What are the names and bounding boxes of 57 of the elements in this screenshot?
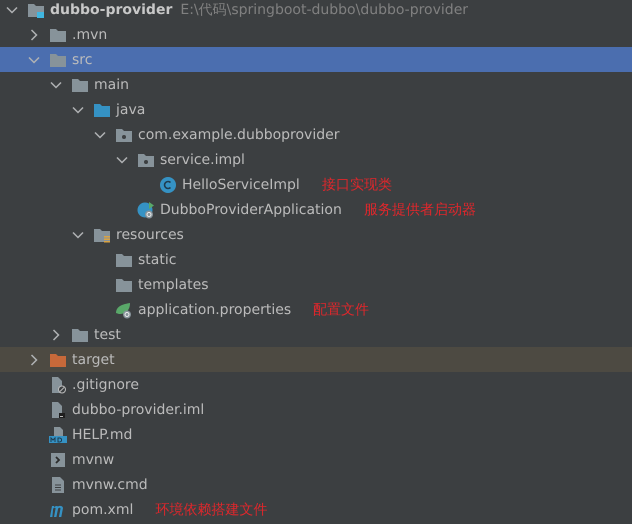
annotation: 接口实现类 [322,176,392,194]
node-label: .mvn [72,26,108,42]
node-label: pom.xml [72,502,134,518]
node-label: .gitignore [72,376,139,392]
tree-row[interactable]: resources [0,222,632,247]
tree-row[interactable]: test [0,322,632,347]
node-label: mvnw.cmd [72,476,148,492]
chevron-right-icon[interactable] [50,328,62,340]
project-path: E:\代码\springboot-dubbo\dubbo-provider [180,0,468,18]
spring-properties-icon [115,300,133,318]
tree-row[interactable]: templates [0,272,632,297]
node-label: test [94,326,121,342]
class-icon [159,176,177,194]
tree-row[interactable]: dubbo-provider.iml [0,397,632,422]
node-label: HelloServiceImpl [182,176,300,192]
tree-row[interactable]: mvnw [0,447,632,472]
ignore-file-icon [49,376,67,394]
tree-row[interactable]: main [0,72,632,97]
node-label: target [72,352,115,368]
node-label: src [72,52,92,68]
annotation: 服务提供者启动器 [364,200,476,218]
module-file-icon [49,400,67,418]
node-label: HELP.md [72,426,132,442]
run-class-icon [137,200,155,218]
node-label: mvnw [72,452,114,468]
tree-row[interactable]: service.impl [0,147,632,172]
node-label: resources [116,226,184,242]
tree-row[interactable]: application.properties 配置文件 [0,297,632,322]
tree-row[interactable]: HELP.md [0,422,632,447]
tree-row[interactable]: pom.xml 环境依赖搭建文件 [0,497,632,521]
tree-row[interactable]: target [0,347,632,372]
tree-row[interactable]: .gitignore [0,372,632,397]
node-label: static [138,252,176,268]
node-label: com.example.dubboprovider [138,126,340,142]
annotation: 配置文件 [313,300,370,318]
tree-row[interactable]: mvnw.cmd [0,472,632,497]
annotation: 环境依赖搭建文件 [155,500,268,518]
node-label: dubbo-provider.iml [72,402,204,418]
tree-row[interactable]: static [0,247,632,272]
node-label: templates [138,276,208,292]
tree-row[interactable]: java [0,97,632,122]
node-label: DubboProviderApplication [160,202,342,218]
node-label: java [116,102,146,118]
markdown-file-icon [49,426,67,444]
node-label: dubbo-provider [50,2,172,18]
text-file-icon [49,476,67,494]
tree-row[interactable]: com.example.dubboprovider [0,122,632,147]
tree-row[interactable]: HelloServiceImpl 接口实现类 [0,172,632,197]
chevron-right-icon[interactable] [28,28,40,40]
tree-row[interactable]: dubbo-provider E:\代码\springboot-dubbo\dubbo-provider [0,0,632,22]
tree-row[interactable]: DubboProviderApplication 服务提供者启动器 [0,197,632,222]
shell-script-icon [49,450,67,468]
chevron-right-icon[interactable] [28,354,40,366]
node-label: application.properties [138,302,292,318]
node-label: service.impl [160,152,245,168]
tree-row[interactable]: .mvn [0,22,632,47]
node-label: main [94,76,129,92]
